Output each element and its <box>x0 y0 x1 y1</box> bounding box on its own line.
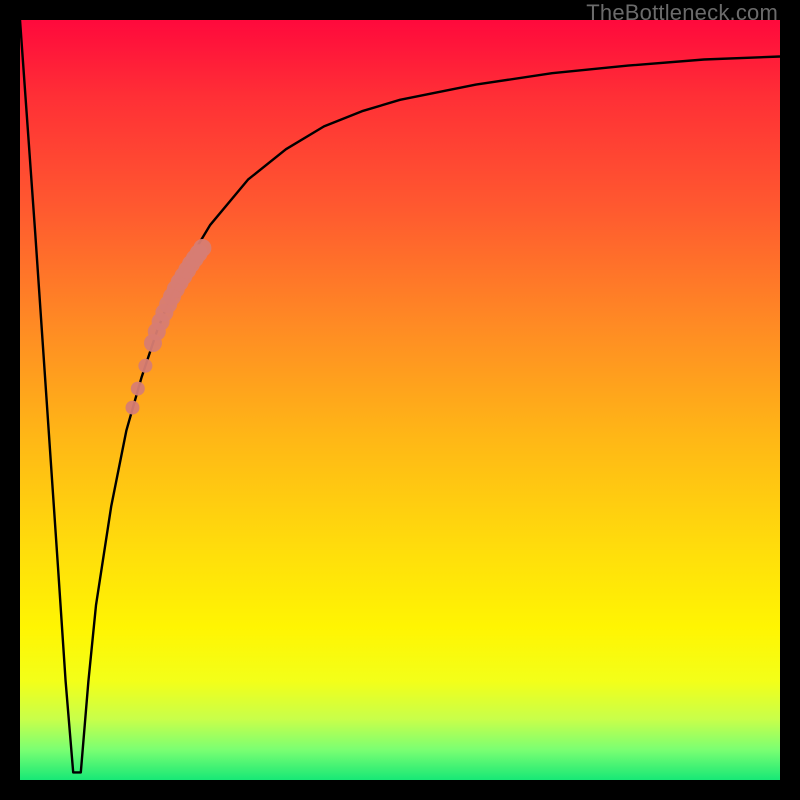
curve-marker <box>126 401 140 415</box>
chart-stage: TheBottleneck.com <box>0 0 800 800</box>
curve-layer <box>20 20 780 780</box>
curve-marker <box>131 382 145 396</box>
plot-area <box>20 20 780 780</box>
curve-marker <box>193 239 211 257</box>
curve-marker <box>138 359 152 373</box>
bottleneck-curve <box>20 20 780 772</box>
